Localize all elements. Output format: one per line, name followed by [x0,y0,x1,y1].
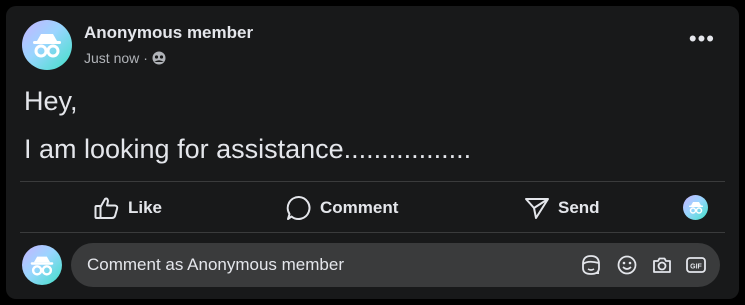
avatar-sticker-icon[interactable] [580,254,602,276]
comment-input[interactable]: Comment as Anonymous member GIF [71,243,720,287]
timestamp[interactable]: Just now [84,50,139,66]
incognito-icon [688,202,703,214]
post-card: Anonymous member Just now · ••• Hey, I a… [6,6,739,299]
group-icon [152,51,166,65]
post-text-line-2: I am looking for assistance.............… [24,134,472,164]
like-button[interactable]: Like [94,193,162,223]
svg-text:GIF: GIF [690,264,702,271]
send-label: Send [558,198,600,217]
camera-icon[interactable] [651,254,673,276]
like-label: Like [128,198,163,217]
emoji-icon[interactable] [616,254,638,276]
thumbs-up-icon [94,197,119,219]
send-icon [525,198,549,219]
send-button[interactable]: Send [524,193,600,223]
divider [20,232,725,233]
commenter-avatar[interactable] [22,245,62,285]
author-name[interactable]: Anonymous member [84,23,253,43]
incognito-icon [30,256,54,276]
incognito-icon [33,34,61,58]
reaction-avatar[interactable] [683,195,708,220]
comment-label: Comment [320,198,399,217]
comment-placeholder: Comment as Anonymous member [87,255,344,274]
divider [20,181,725,182]
author-avatar[interactable] [22,20,72,70]
post-text-line-1: Hey, [24,86,78,116]
comment-button[interactable]: Comment [286,193,398,223]
comment-bubble-icon [286,195,311,220]
more-options-icon[interactable]: ••• [689,28,715,50]
gif-icon[interactable]: GIF [685,254,707,276]
meta-separator: · [143,50,148,66]
post-meta: Just now · [84,50,166,66]
